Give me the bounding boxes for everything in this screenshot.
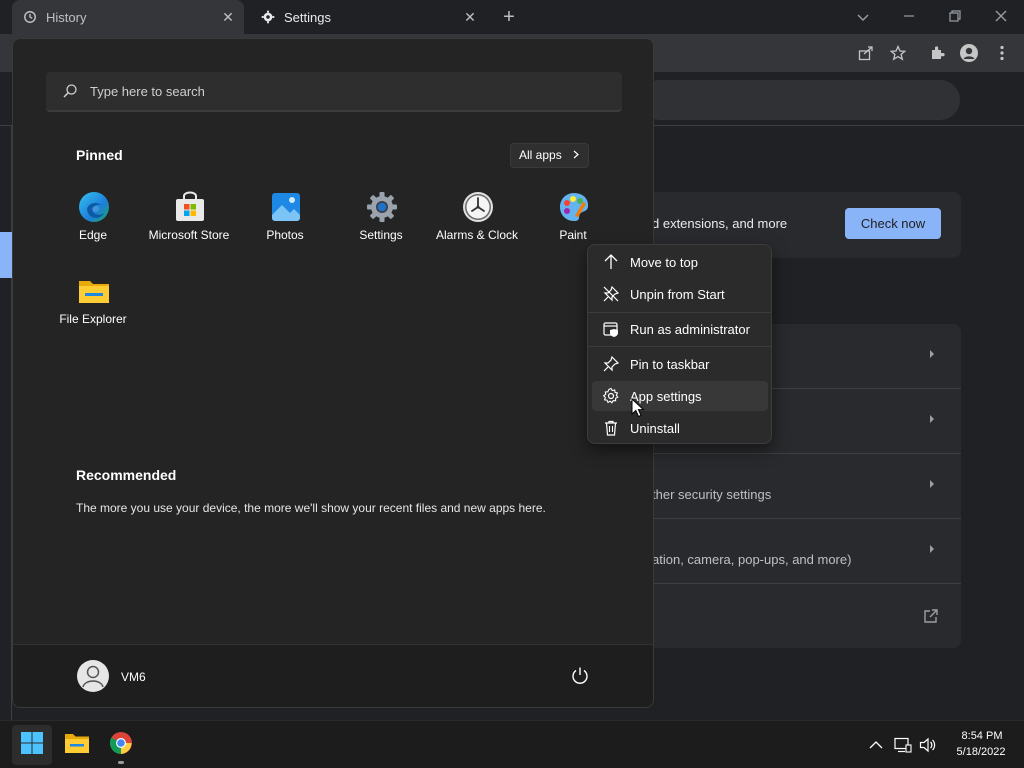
- close-icon[interactable]: [989, 5, 1013, 29]
- menu-item-move-to-top[interactable]: Move to top: [592, 247, 768, 277]
- avatar: [77, 660, 109, 692]
- app-label: File Explorer: [59, 312, 127, 326]
- chevron-right-icon: [929, 413, 935, 427]
- pinned-app-file-explorer[interactable]: File Explorer: [45, 274, 141, 338]
- search-placeholder: Type here to search: [90, 84, 205, 99]
- unpin-icon: [602, 285, 620, 303]
- new-tab-button[interactable]: +: [498, 5, 520, 29]
- menu-separator: [588, 312, 771, 313]
- pinned-app-microsoft-store[interactable]: Microsoft Store: [141, 190, 237, 254]
- share-icon[interactable]: [855, 42, 877, 64]
- windows-logo-icon: [20, 731, 44, 760]
- all-apps-button[interactable]: All apps: [510, 143, 589, 168]
- pinned-app-photos[interactable]: Photos: [237, 190, 333, 254]
- privacy-row[interactable]: ation, camera, pop-ups, and more): [600, 519, 961, 584]
- pin-icon: [602, 355, 620, 373]
- taskbar-chrome[interactable]: [101, 725, 141, 765]
- tab-history[interactable]: History ✕: [12, 0, 244, 34]
- photos-icon: [269, 190, 303, 224]
- tab-strip: History ✕ Settings ✕ +: [0, 0, 1024, 34]
- settings-nav-rail: [0, 126, 12, 720]
- volume-icon[interactable]: [918, 735, 938, 755]
- context-menu: Move to top Unpin from Start Run as admi…: [587, 244, 772, 444]
- menu-item-label: Uninstall: [630, 421, 680, 436]
- gear-icon: [602, 387, 620, 405]
- taskbar-file-explorer[interactable]: [57, 725, 97, 765]
- tab-label: Settings: [284, 9, 331, 25]
- chevron-right-icon: [929, 543, 935, 557]
- paint-icon: [557, 190, 591, 224]
- chevron-down-icon[interactable]: [851, 5, 875, 29]
- extensions-icon[interactable]: [927, 42, 949, 64]
- folder-icon: [64, 732, 90, 759]
- settings-search-input[interactable]: [640, 80, 960, 120]
- mouse-cursor-icon: [631, 397, 645, 423]
- chevron-right-icon: [929, 478, 935, 492]
- user-account-button[interactable]: VM6: [65, 653, 165, 699]
- start-button[interactable]: [12, 725, 52, 765]
- clock-date: 5/18/2022: [956, 746, 1006, 758]
- start-search-input[interactable]: Type here to search: [46, 72, 622, 112]
- open-external-icon: [923, 608, 939, 627]
- pinned-app-settings[interactable]: Settings: [333, 190, 429, 254]
- tab-label: History: [46, 9, 87, 25]
- search-icon: [62, 83, 78, 104]
- store-icon: [173, 190, 207, 224]
- close-tab-button[interactable]: ✕: [462, 9, 478, 25]
- profile-icon[interactable]: [958, 42, 980, 64]
- menu-item-label: Run as administrator: [630, 322, 750, 337]
- menu-item-label: Unpin from Start: [630, 287, 725, 302]
- clock-button[interactable]: 8:54 PM 5/18/2022: [946, 725, 1018, 765]
- pinned-app-edge[interactable]: Edge: [45, 190, 141, 254]
- restore-icon[interactable]: [943, 5, 967, 29]
- clock-time: 8:54 PM: [961, 730, 1003, 742]
- close-tab-button[interactable]: ✕: [220, 9, 236, 25]
- gear-icon: [260, 9, 276, 25]
- start-footer: VM6: [13, 644, 653, 707]
- minimize-icon[interactable]: [897, 5, 921, 29]
- start-menu: Type here to search Pinned All apps Edge…: [12, 38, 654, 708]
- recommended-heading: Recommended: [76, 467, 177, 483]
- chevron-right-icon: [929, 348, 935, 362]
- privacy-row-text: ther security settings: [652, 487, 772, 502]
- privacy-row[interactable]: [600, 584, 961, 648]
- more-menu-icon[interactable]: [991, 42, 1013, 64]
- settings-nav-active-item[interactable]: [0, 232, 12, 278]
- app-label: Paint: [559, 228, 587, 242]
- user-name: VM6: [121, 670, 146, 684]
- clock-icon: [461, 190, 495, 224]
- menu-item-run-as-administrator[interactable]: Run as administrator: [592, 314, 768, 344]
- menu-item-label: Move to top: [630, 255, 698, 270]
- check-now-button[interactable]: Check now: [845, 208, 941, 239]
- running-indicator: [118, 761, 124, 764]
- menu-separator: [588, 346, 771, 347]
- safety-check-text: d extensions, and more: [652, 216, 788, 231]
- menu-item-pin-to-taskbar[interactable]: Pin to taskbar: [592, 349, 768, 379]
- star-icon[interactable]: [887, 42, 909, 64]
- privacy-row[interactable]: ther security settings: [600, 454, 961, 519]
- chrome-icon: [109, 731, 133, 760]
- arrow-up-icon: [602, 253, 620, 271]
- tab-settings[interactable]: Settings ✕: [250, 0, 486, 34]
- edge-icon: [77, 190, 111, 224]
- menu-item-label: Pin to taskbar: [630, 357, 710, 372]
- menu-item-unpin-from-start[interactable]: Unpin from Start: [592, 279, 768, 309]
- privacy-row-text: ation, camera, pop-ups, and more): [652, 552, 852, 567]
- trash-icon: [602, 419, 620, 437]
- chevron-up-icon[interactable]: [866, 735, 886, 755]
- admin-shield-icon: [602, 320, 620, 338]
- chevron-right-icon: [573, 144, 579, 167]
- history-icon: [22, 9, 38, 25]
- pinned-app-alarms-clock[interactable]: Alarms & Clock: [429, 190, 525, 254]
- folder-icon: [77, 274, 111, 308]
- taskbar: 8:54 PM 5/18/2022: [0, 720, 1024, 768]
- all-apps-label: All apps: [519, 148, 562, 162]
- network-icon[interactable]: [893, 735, 913, 755]
- menu-item-app-settings[interactable]: App settings: [592, 381, 768, 411]
- recommended-empty-text: The more you use your device, the more w…: [76, 501, 546, 515]
- menu-item-uninstall[interactable]: Uninstall: [592, 413, 768, 443]
- pinned-heading: Pinned: [76, 147, 123, 163]
- power-icon[interactable]: [569, 665, 591, 687]
- settings-icon: [365, 190, 399, 224]
